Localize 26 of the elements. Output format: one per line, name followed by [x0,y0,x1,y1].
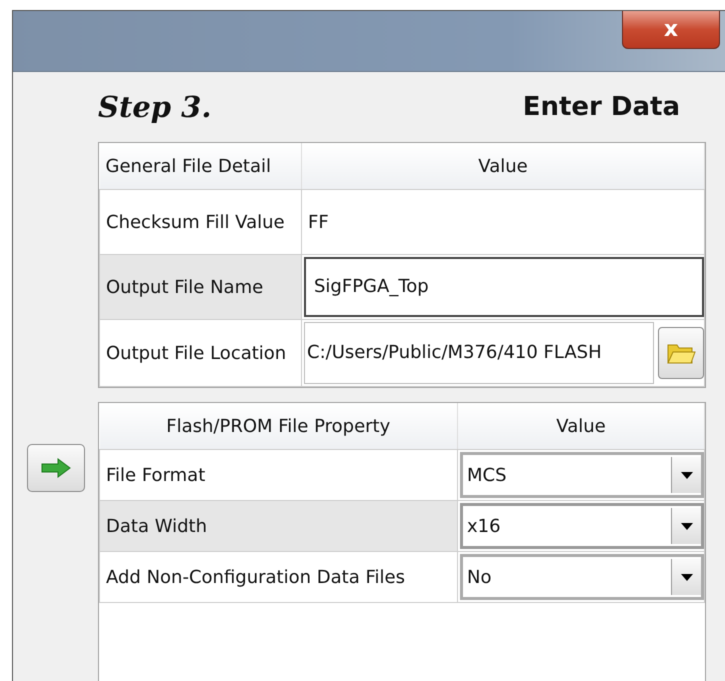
dropdown-button[interactable] [671,559,701,596]
column-header: Value [458,403,704,450]
arrow-icon [40,458,70,478]
column-header: Value [302,143,704,190]
value-dropdown[interactable]: No [460,554,704,600]
caret-icon [680,522,692,530]
property-label: Output File Location [100,320,302,387]
next-button[interactable] [26,444,84,492]
column-header: General File Detail [100,143,302,190]
property-label: Add Non-Configuration Data Files [100,552,458,603]
location-field[interactable]: C:/Users/Public/M376/410 FLASH [304,322,654,384]
step-number: Step 3. [98,90,212,124]
caret-icon [680,472,692,479]
dropdown-button[interactable] [671,457,701,494]
step-title: Enter Data [522,92,680,122]
close-button[interactable]: x [622,11,720,49]
browse-button[interactable] [658,327,704,380]
file-name-field[interactable]: SigFPGA_Top [304,257,704,318]
property-label: Data Width [100,500,458,552]
column-header: Flash/PROM File Property [100,403,458,450]
value-dropdown[interactable]: x16 [460,503,704,550]
dropdown-button[interactable] [671,508,701,544]
property-label: Output File Name [100,254,302,320]
value-text: FF [307,210,330,235]
caret-icon [680,574,692,581]
value-dropdown[interactable]: MCS [460,452,704,498]
